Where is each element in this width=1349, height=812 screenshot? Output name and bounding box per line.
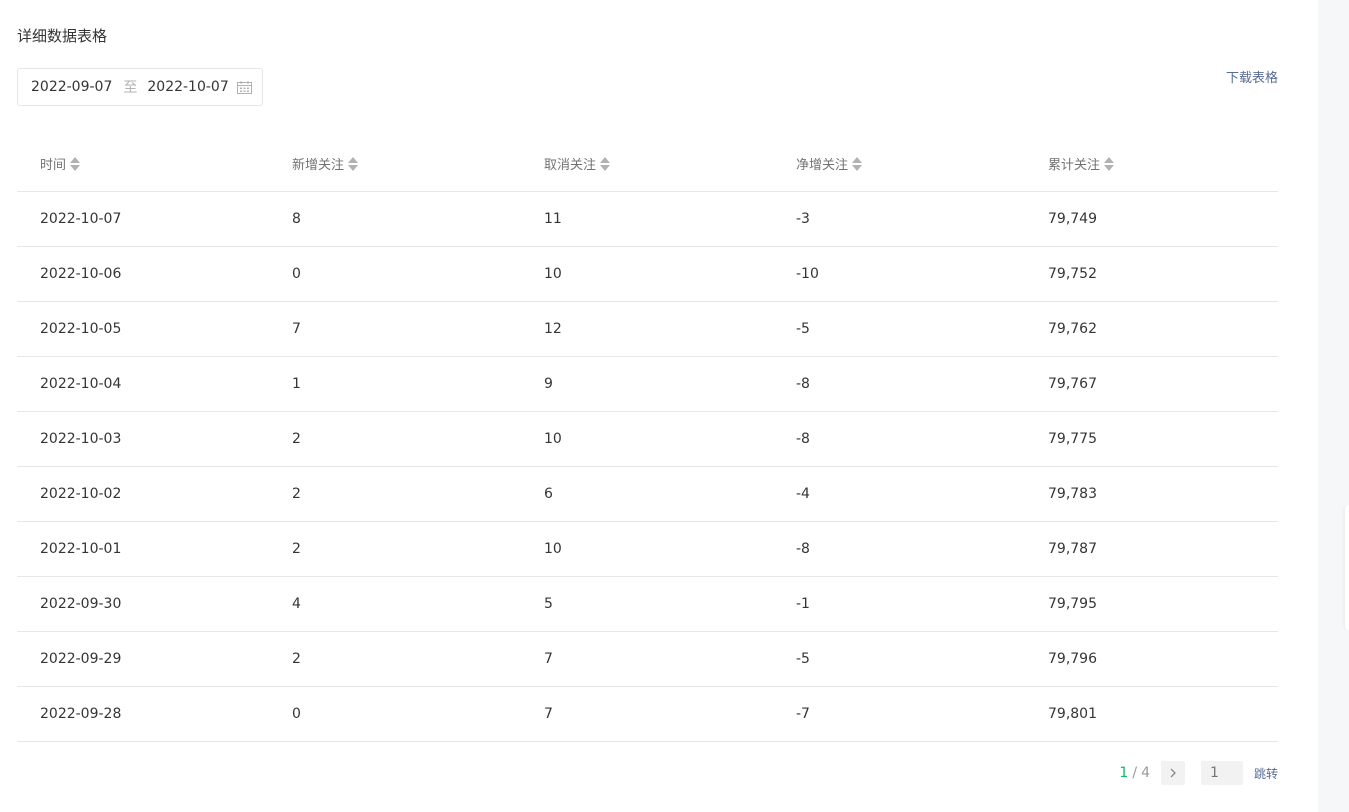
date-end[interactable]: 2022-10-07 [147, 79, 228, 95]
sort-icon[interactable] [600, 156, 611, 171]
cell-time: 2022-09-29 [17, 631, 269, 687]
cell-time: 2022-10-06 [17, 246, 269, 302]
cell-unfollow: 10 [521, 411, 773, 467]
cell-new-follow: 8 [269, 191, 521, 247]
page-jump-input[interactable] [1200, 761, 1243, 785]
col-header-time[interactable]: 时间 [17, 137, 269, 192]
download-table-link[interactable]: 下载表格 [1226, 69, 1278, 89]
table-row: 2022-09-28 0 7 -7 79,801 [17, 686, 1278, 742]
cell-time: 2022-10-01 [17, 521, 269, 577]
cell-time: 2022-10-02 [17, 466, 269, 522]
cell-new-follow: 2 [269, 631, 521, 687]
table-row: 2022-10-02 2 6 -4 79,783 [17, 466, 1278, 522]
cell-net-follow: -1 [773, 576, 1025, 632]
cell-total-follow: 79,795 [1025, 576, 1278, 632]
col-header-unfollow[interactable]: 取消关注 [521, 137, 773, 192]
cell-total-follow: 79,762 [1025, 301, 1278, 357]
rail-handle[interactable] [1345, 505, 1349, 630]
cell-new-follow: 4 [269, 576, 521, 632]
cell-unfollow: 7 [521, 631, 773, 687]
data-table: 时间 新增关注 取消关注 净增关注 累计关注 2022-10-07 8 11 -… [17, 137, 1278, 742]
sort-icon[interactable] [70, 156, 81, 171]
page-total: 4 [1141, 765, 1150, 781]
sort-icon[interactable] [348, 156, 359, 171]
cell-net-follow: -8 [773, 521, 1025, 577]
cell-new-follow: 1 [269, 356, 521, 412]
cell-time: 2022-09-30 [17, 576, 269, 632]
cell-new-follow: 2 [269, 466, 521, 522]
table-row: 2022-10-07 8 11 -3 79,749 [17, 191, 1278, 247]
table-row: 2022-10-05 7 12 -5 79,762 [17, 301, 1278, 357]
cell-net-follow: -5 [773, 631, 1025, 687]
cell-time: 2022-09-28 [17, 686, 269, 742]
cell-new-follow: 2 [269, 411, 521, 467]
table-header-row: 时间 新增关注 取消关注 净增关注 累计关注 [17, 137, 1278, 192]
table-row: 2022-10-06 0 10 -10 79,752 [17, 246, 1278, 302]
chevron-right-icon [1170, 768, 1176, 778]
date-range-picker[interactable]: 2022-09-07 至 2022-10-07 [17, 68, 263, 106]
next-page-button[interactable] [1160, 761, 1185, 785]
cell-unfollow: 10 [521, 521, 773, 577]
cell-time: 2022-10-03 [17, 411, 269, 467]
cell-unfollow: 5 [521, 576, 773, 632]
cell-new-follow: 0 [269, 246, 521, 302]
cell-unfollow: 12 [521, 301, 773, 357]
table-row: 2022-09-29 2 7 -5 79,796 [17, 631, 1278, 687]
table-row: 2022-09-30 4 5 -1 79,795 [17, 576, 1278, 632]
cell-total-follow: 79,749 [1025, 191, 1278, 247]
cell-time: 2022-10-05 [17, 301, 269, 357]
col-header-net-follow[interactable]: 净增关注 [773, 137, 1025, 192]
page: 详细数据表格 2022-09-07 至 2022-10-07 下载表格 时间 新… [0, 0, 1349, 812]
cell-new-follow: 7 [269, 301, 521, 357]
cell-total-follow: 79,801 [1025, 686, 1278, 742]
pagination: 1 / 4 跳转 [1119, 761, 1278, 785]
date-separator: 至 [123, 80, 138, 96]
cell-net-follow: -7 [773, 686, 1025, 742]
jump-button[interactable]: 跳转 [1254, 765, 1278, 782]
right-rail [1318, 0, 1349, 812]
cell-total-follow: 79,752 [1025, 246, 1278, 302]
cell-net-follow: -10 [773, 246, 1025, 302]
cell-net-follow: -4 [773, 466, 1025, 522]
page-separator: / [1132, 765, 1138, 781]
cell-new-follow: 0 [269, 686, 521, 742]
calendar-icon[interactable] [237, 81, 252, 94]
table-row: 2022-10-01 2 10 -8 79,787 [17, 521, 1278, 577]
sort-icon[interactable] [852, 156, 863, 171]
cell-total-follow: 79,796 [1025, 631, 1278, 687]
cell-total-follow: 79,775 [1025, 411, 1278, 467]
cell-unfollow: 6 [521, 466, 773, 522]
cell-unfollow: 11 [521, 191, 773, 247]
cell-net-follow: -3 [773, 191, 1025, 247]
cell-total-follow: 79,783 [1025, 466, 1278, 522]
table-row: 2022-10-03 2 10 -8 79,775 [17, 411, 1278, 467]
cell-net-follow: -8 [773, 411, 1025, 467]
cell-time: 2022-10-07 [17, 191, 269, 247]
cell-unfollow: 10 [521, 246, 773, 302]
cell-new-follow: 2 [269, 521, 521, 577]
col-header-total-follow[interactable]: 累计关注 [1025, 137, 1278, 192]
cell-unfollow: 9 [521, 356, 773, 412]
cell-total-follow: 79,787 [1025, 521, 1278, 577]
cell-net-follow: -5 [773, 301, 1025, 357]
page-current: 1 [1119, 765, 1129, 781]
date-start[interactable]: 2022-09-07 [31, 79, 112, 95]
cell-unfollow: 7 [521, 686, 773, 742]
section-title: 详细数据表格 [17, 27, 108, 45]
col-header-new-follow[interactable]: 新增关注 [269, 137, 521, 192]
table-row: 2022-10-04 1 9 -8 79,767 [17, 356, 1278, 412]
cell-total-follow: 79,767 [1025, 356, 1278, 412]
cell-time: 2022-10-04 [17, 356, 269, 412]
sort-icon[interactable] [1104, 156, 1115, 171]
cell-net-follow: -8 [773, 356, 1025, 412]
